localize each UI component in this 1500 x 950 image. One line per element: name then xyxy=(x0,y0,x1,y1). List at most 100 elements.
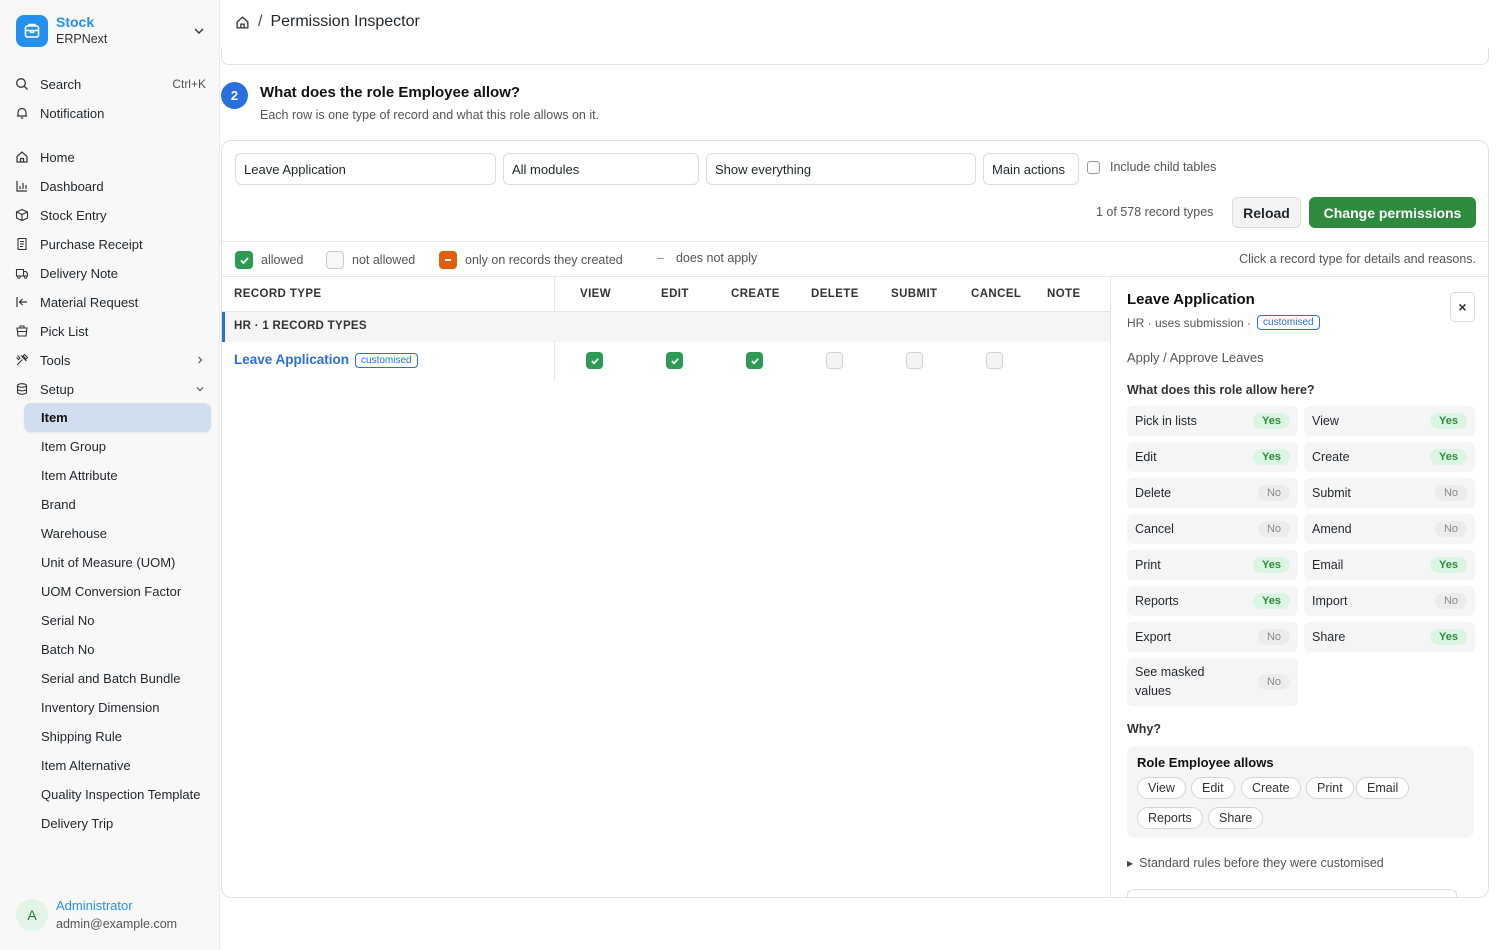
perm-value-badge: No xyxy=(1434,521,1467,537)
workspace-switcher[interactable]: Stock ERPNext xyxy=(16,14,206,48)
sidebar-item-tools[interactable]: Tools xyxy=(14,347,212,373)
reload-button[interactable]: Reload xyxy=(1232,197,1301,228)
perm-label: Import xyxy=(1312,593,1348,608)
legend-hint: Click a record type for details and reas… xyxy=(1239,252,1476,266)
reason-chip: Create xyxy=(1241,777,1301,799)
close-button[interactable]: × xyxy=(1450,292,1475,322)
include-child-tables-toggle[interactable]: Include child tables xyxy=(1087,160,1216,174)
perm-create: Create Yes xyxy=(1304,442,1475,472)
sidebar-subitem-item[interactable]: Item xyxy=(24,403,211,432)
change-permissions-button[interactable]: Change permissions xyxy=(1309,197,1476,228)
reason-chip: Edit xyxy=(1191,777,1235,799)
sidebar-search[interactable]: Search Ctrl+K xyxy=(14,71,212,97)
perm-value-badge: No xyxy=(1434,593,1467,609)
perm-value-badge: No xyxy=(1257,674,1290,690)
include-child-label: Include child tables xyxy=(1110,160,1217,174)
sidebar-item-setup[interactable]: Setup xyxy=(14,376,212,402)
perm-value-badge: No xyxy=(1257,485,1290,501)
sidebar-item-label: Material Request xyxy=(40,294,139,310)
perm-export: Export No xyxy=(1127,622,1298,652)
perm-view: View Yes xyxy=(1304,406,1475,436)
chevron-down-icon xyxy=(196,387,204,392)
col-cancel: CANCEL xyxy=(971,288,1022,300)
customised-badge: customised xyxy=(355,353,418,368)
previous-step-card xyxy=(221,48,1489,65)
sidebar-item-purchase-receipt[interactable]: Purchase Receipt xyxy=(14,231,212,257)
module-select[interactable]: All modules xyxy=(503,153,699,185)
perm-value-badge: No xyxy=(1434,485,1467,501)
standard-rules-toggle[interactable]: ▶ Standard rules before they were customi… xyxy=(1127,856,1384,870)
perm-label: Email xyxy=(1312,557,1344,572)
sidebar-subitem-uom-conversion[interactable]: UOM Conversion Factor xyxy=(24,577,211,606)
legend-own: only on records they created xyxy=(439,251,623,269)
sidebar-item-home[interactable]: Home xyxy=(14,144,212,170)
perm-cell-edit xyxy=(666,352,683,369)
sidebar-item-delivery-note[interactable]: Delivery Note xyxy=(14,260,212,286)
record-type-link[interactable]: Leave Application customised xyxy=(234,352,418,368)
empty-box-icon xyxy=(326,251,344,269)
perm-cell-create xyxy=(746,352,763,369)
sidebar-item-label: Purchase Receipt xyxy=(40,236,143,252)
perm-value-badge: No xyxy=(1257,629,1290,645)
chevron-right-icon xyxy=(198,356,203,364)
detail-meta-text: HR · uses submission · xyxy=(1127,315,1252,330)
sidebar-subitem-batch-no[interactable]: Batch No xyxy=(24,635,211,664)
sidebar-item-stock-entry[interactable]: Stock Entry xyxy=(14,202,212,228)
perm-amend: Amend No xyxy=(1304,514,1475,544)
page-title: Permission Inspector xyxy=(270,13,420,30)
sidebar-subitem-serial-no[interactable]: Serial No xyxy=(24,606,211,635)
col-delete: DELETE xyxy=(811,288,859,300)
stock-logo-icon xyxy=(16,15,48,47)
perm-cell-submit xyxy=(906,352,923,369)
show-filter-select[interactable]: Show everything xyxy=(706,153,976,185)
include-child-checkbox[interactable] xyxy=(1087,160,1100,174)
legend-not-applicable: – does not apply xyxy=(657,251,757,265)
breadcrumb-separator: / xyxy=(258,13,263,30)
col-create: CREATE xyxy=(731,288,780,300)
search-shortcut: Ctrl+K xyxy=(172,77,206,91)
minus-icon xyxy=(439,251,457,269)
perm-value-badge: Yes xyxy=(1253,593,1290,609)
sidebar-item-label: Delivery Note xyxy=(40,265,119,281)
reason-chip: Reports xyxy=(1137,807,1203,829)
col-edit: EDIT xyxy=(661,288,689,300)
perm-label: Reports xyxy=(1135,593,1179,608)
actions-select[interactable]: Main actions xyxy=(983,153,1079,185)
sidebar-subitem-quality-inspection[interactable]: Quality Inspection Template xyxy=(24,780,211,809)
sidebar: Stock ERPNext Search Ctrl+K Notification… xyxy=(0,0,220,950)
sidebar-item-label: Stock Entry xyxy=(40,207,107,223)
sidebar-subitem-delivery-trip[interactable]: Delivery Trip xyxy=(24,809,211,838)
sidebar-subitem-inventory-dimension[interactable]: Inventory Dimension xyxy=(24,693,211,722)
chevron-down-icon xyxy=(194,28,204,34)
sidebar-item-label: Tools xyxy=(40,352,71,368)
sidebar-subitem-shipping-rule[interactable]: Shipping Rule xyxy=(24,722,211,751)
detail-question: What does this role allow here? xyxy=(1127,383,1315,397)
sidebar-subitem-item-alternative[interactable]: Item Alternative xyxy=(24,751,211,780)
table-row[interactable]: Leave Application customised xyxy=(222,342,1110,380)
user-menu[interactable]: A Administrator admin@example.com xyxy=(16,897,177,933)
detail-title: Leave Application xyxy=(1127,291,1255,308)
sidebar-item-pick-list[interactable]: Pick List xyxy=(14,318,212,344)
sidebar-subitem-serial-batch-bundle[interactable]: Serial and Batch Bundle xyxy=(24,664,211,693)
sidebar-notification[interactable]: Notification xyxy=(14,100,212,126)
legend-label: only on records they created xyxy=(465,253,623,267)
sidebar-subitem-brand[interactable]: Brand xyxy=(24,490,211,519)
doctype-search-input[interactable]: Leave Application xyxy=(235,153,496,185)
sidebar-subitem-item-attribute[interactable]: Item Attribute xyxy=(24,461,211,490)
sidebar-item-material-request[interactable]: Material Request xyxy=(14,289,212,315)
bell-icon xyxy=(14,105,30,121)
home-icon[interactable] xyxy=(235,15,250,30)
detail-meta: HR · uses submission · customised xyxy=(1127,315,1320,330)
customised-badge: customised xyxy=(1257,315,1320,330)
col-view: VIEW xyxy=(580,288,611,300)
dash-icon: – xyxy=(657,251,664,265)
sidebar-item-dashboard[interactable]: Dashboard xyxy=(14,173,212,199)
why-box: Role Employee allows View Edit Create Pr… xyxy=(1127,746,1474,838)
perm-value-badge: Yes xyxy=(1253,413,1290,429)
sidebar-subitem-uom[interactable]: Unit of Measure (UOM) xyxy=(24,548,211,577)
perm-label: View xyxy=(1312,413,1339,428)
sidebar-subitem-warehouse[interactable]: Warehouse xyxy=(24,519,211,548)
app-subtitle: ERPNext xyxy=(56,32,108,46)
sidebar-subitem-item-group[interactable]: Item Group xyxy=(24,432,211,461)
perm-import: Import No xyxy=(1304,586,1475,616)
